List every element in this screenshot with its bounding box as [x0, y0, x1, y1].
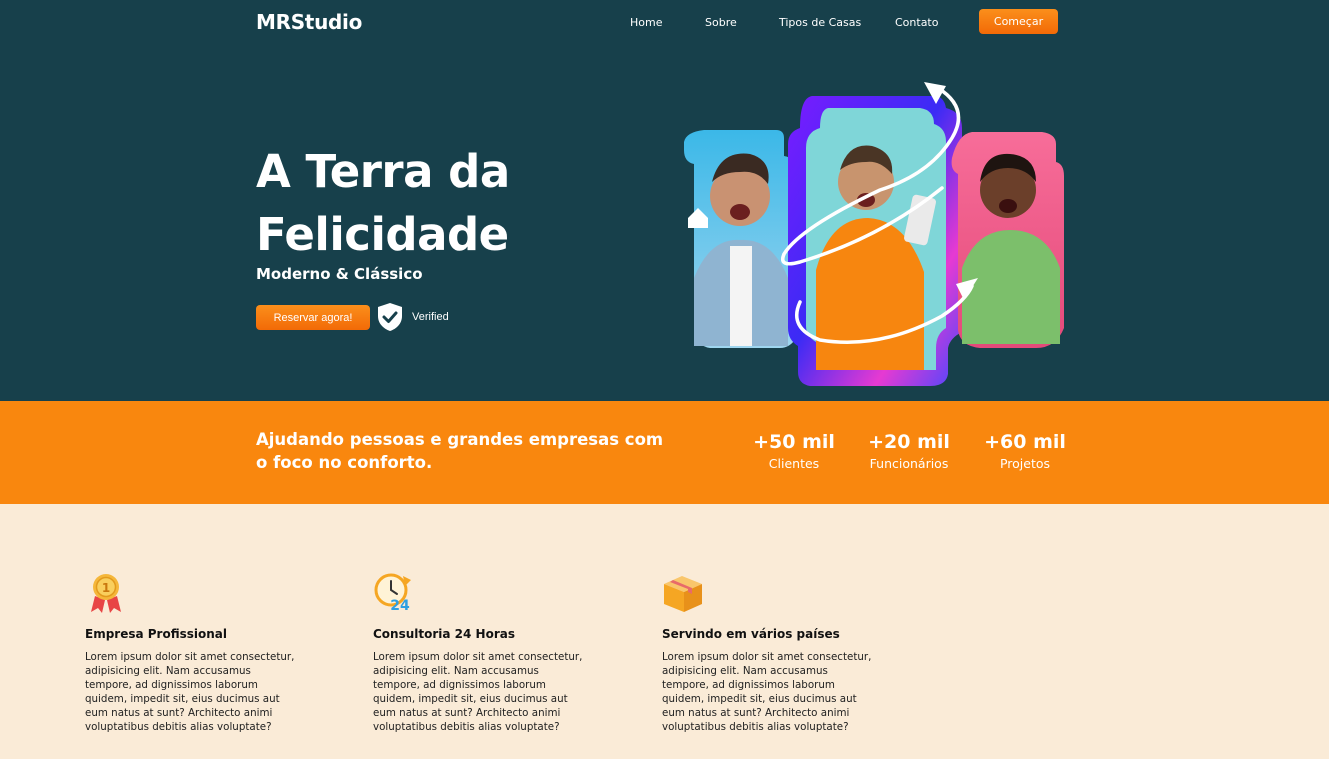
start-button[interactable]: Começar	[979, 9, 1058, 34]
stat-label: Clientes	[768, 456, 820, 471]
hero-title: A Terra da Felicidade	[256, 145, 510, 261]
book-now-button[interactable]: Reservar agora!	[256, 305, 370, 330]
feature-text: Lorem ipsum dolor sit amet consectetur, …	[85, 651, 295, 733]
svg-text:24: 24	[390, 598, 410, 614]
band-tagline: Ajudando pessoas e grandes empresas com …	[256, 430, 664, 472]
stat-employees: +20 mil Funcionários	[854, 431, 964, 471]
stat-label: Funcionários	[869, 456, 949, 471]
box-icon	[664, 576, 702, 612]
feature-title: Empresa Profissional	[85, 627, 228, 641]
stat-label: Projetos	[999, 456, 1051, 471]
stat-value: +60 mil	[984, 431, 1066, 453]
clock-24-icon: 24	[374, 573, 411, 614]
verified-label: Verified	[412, 311, 449, 323]
feature-title: Servindo em vários países	[662, 627, 840, 641]
feature-card-professional: 1 Empresa Profissional Lorem ipsum dolor…	[85, 572, 300, 734]
hero-section: MRStudio Home Sobre Tipos de Casas Conta…	[0, 0, 1329, 401]
shield-check-icon	[378, 303, 402, 331]
nav-home[interactable]: Home	[630, 16, 662, 29]
stat-value: +20 mil	[868, 431, 950, 453]
feature-card-consulting: 24 Consultoria 24 Horas Lorem ipsum dolo…	[373, 572, 588, 734]
svg-text:1: 1	[102, 581, 110, 595]
hero-illustration	[684, 82, 1064, 386]
feature-title: Consultoria 24 Horas	[373, 627, 516, 641]
feature-text: Lorem ipsum dolor sit amet consectetur, …	[373, 651, 583, 733]
stat-value: +50 mil	[753, 431, 835, 453]
medal-icon: 1	[91, 574, 121, 613]
nav-tipos-de-casas[interactable]: Tipos de Casas	[779, 16, 861, 29]
nav-contato[interactable]: Contato	[895, 16, 938, 29]
stat-projects: +60 mil Projetos	[970, 431, 1080, 471]
stat-clients: +50 mil Clientes	[739, 431, 849, 471]
logo[interactable]: MRStudio	[256, 10, 362, 34]
nav-sobre[interactable]: Sobre	[705, 16, 737, 29]
feature-card-countries: Servindo em vários países Lorem ipsum do…	[662, 572, 877, 734]
feature-text: Lorem ipsum dolor sit amet consectetur, …	[662, 651, 872, 733]
hero-subtitle: Moderno & Clássico	[256, 265, 423, 283]
top-nav: MRStudio Home Sobre Tipos de Casas Conta…	[256, 0, 1060, 44]
